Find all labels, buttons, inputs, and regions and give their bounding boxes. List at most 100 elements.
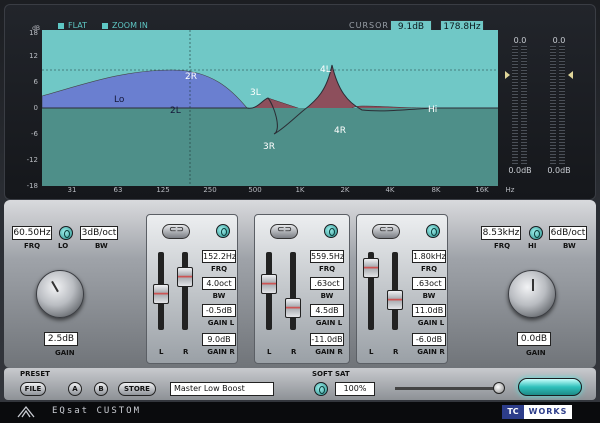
slider-l-label: L bbox=[369, 348, 374, 356]
gain-r-label: GAIN R bbox=[207, 348, 235, 356]
gain-r-label: GAIN R bbox=[315, 348, 343, 356]
high-enable-toggle[interactable] bbox=[529, 226, 543, 240]
high-gain-field[interactable]: 0.0dB bbox=[517, 332, 551, 346]
band-4-enable-toggle[interactable] bbox=[426, 224, 440, 238]
high-bw-field[interactable]: 6dB/oct bbox=[549, 226, 587, 240]
band-label-4l: 4L bbox=[320, 65, 331, 75]
preset-name-field[interactable]: Master Low Boost bbox=[170, 382, 274, 396]
preset-a-button[interactable]: A bbox=[68, 382, 82, 396]
low-gain-knob[interactable] bbox=[36, 270, 84, 318]
x-tick-label: 63 bbox=[113, 186, 123, 194]
y-tick-label: -12 bbox=[26, 156, 38, 164]
flat-option[interactable]: FLAT bbox=[58, 21, 87, 30]
band-2-link-button[interactable] bbox=[162, 224, 190, 239]
slider-thumb[interactable] bbox=[387, 289, 403, 310]
gain-l-label: GAIN L bbox=[207, 319, 235, 327]
zoom-in-label: ZOOM IN bbox=[112, 21, 148, 30]
y-tick-label: -6 bbox=[31, 130, 38, 138]
band-4-gain-r-slider[interactable] bbox=[387, 252, 403, 330]
slider-r-label: R bbox=[291, 348, 297, 356]
low-gain-field[interactable]: 2.5dB bbox=[44, 332, 78, 346]
slider-thumb[interactable] bbox=[153, 283, 169, 304]
x-tick-label: 8K bbox=[431, 186, 441, 194]
band-3-gain-r-field[interactable]: -11.0dB bbox=[310, 333, 344, 346]
high-knob-pointer bbox=[532, 279, 534, 291]
preset-b-button[interactable]: B bbox=[94, 382, 108, 396]
high-gain-knob[interactable] bbox=[508, 270, 556, 318]
high-frq-field[interactable]: 8.53kHz bbox=[481, 226, 521, 240]
gain-l-label: GAIN L bbox=[417, 319, 445, 327]
gain-r-label: GAIN R bbox=[417, 348, 445, 356]
band-3-link-button[interactable] bbox=[270, 224, 298, 239]
band-4-gain-r-field[interactable]: -6.0dB bbox=[412, 333, 446, 346]
y-tick-label: 6 bbox=[33, 78, 38, 86]
band-3-gain-l-field[interactable]: 4.5dB bbox=[310, 304, 344, 317]
soft-sat-slider-track[interactable] bbox=[395, 387, 500, 390]
meter-right-arrow-icon[interactable] bbox=[568, 71, 573, 79]
zoom-in-option[interactable]: ZOOM IN bbox=[102, 21, 148, 30]
meter-left-arrow-icon[interactable] bbox=[505, 71, 510, 79]
slider-thumb[interactable] bbox=[261, 274, 277, 295]
meter-left-bar-a bbox=[512, 46, 518, 164]
tc-logo-icon bbox=[17, 405, 35, 418]
band-2-gain-l-slider[interactable] bbox=[153, 252, 169, 330]
frq-label: FRQ bbox=[318, 265, 336, 273]
flat-checkbox-icon bbox=[58, 22, 64, 29]
band-2-bw-field[interactable]: 4.0oct bbox=[202, 277, 236, 290]
band-2-enable-toggle[interactable] bbox=[216, 224, 230, 238]
low-enable-toggle[interactable] bbox=[59, 226, 73, 240]
band-label-hi: Hi bbox=[428, 105, 437, 115]
band-3-frq-field[interactable]: 559.5Hz bbox=[310, 250, 344, 263]
soft-sat-toggle[interactable] bbox=[314, 382, 328, 396]
meter-right-bar-a bbox=[550, 46, 556, 164]
band-3-gain-l-slider[interactable] bbox=[261, 252, 277, 330]
low-frq-field[interactable]: 60.50Hz bbox=[12, 226, 52, 240]
brand-tc-badge: TC bbox=[502, 405, 524, 419]
band-2-frq-field[interactable]: 152.2Hz bbox=[202, 250, 236, 263]
band-4-bw-field[interactable]: .63oct bbox=[412, 277, 446, 290]
band-2-gain-l-field[interactable]: -0.5dB bbox=[202, 304, 236, 317]
band-3-bw-field[interactable]: .63oct bbox=[310, 277, 344, 290]
low-bw-field[interactable]: 3dB/oct bbox=[80, 226, 118, 240]
slider-r-label: R bbox=[393, 348, 399, 356]
slider-l-label: L bbox=[267, 348, 272, 356]
band-3-gain-r-slider[interactable] bbox=[285, 252, 301, 330]
product-name: EQsat CUSTOM bbox=[52, 406, 142, 416]
band-4-link-button[interactable] bbox=[372, 224, 400, 239]
x-tick-label: 31 bbox=[67, 186, 77, 194]
soft-sat-slider-thumb[interactable] bbox=[493, 382, 505, 394]
band-4-gain-l-field[interactable]: 11.0dB bbox=[412, 304, 446, 317]
high-frq-label: FRQ bbox=[494, 242, 511, 250]
band-label-3r: 3R bbox=[263, 142, 275, 152]
x-tick-label: 500 bbox=[248, 186, 262, 194]
y-tick-label: 12 bbox=[29, 52, 38, 60]
band-4-frq-field[interactable]: 1.80kHz bbox=[412, 250, 446, 263]
band-4-gain-l-slider[interactable] bbox=[363, 252, 379, 330]
x-unit-label: Hz bbox=[505, 186, 515, 194]
bw-label: BW bbox=[422, 292, 436, 300]
y-tick-label: 0 bbox=[33, 104, 38, 112]
file-button[interactable]: FILE bbox=[20, 382, 46, 396]
band-2-gain-r-slider[interactable] bbox=[177, 252, 193, 330]
low-gain-label: GAIN bbox=[55, 349, 75, 357]
band-label-4r: 4R bbox=[334, 126, 346, 136]
meter-right-level: 0.0dB bbox=[547, 166, 571, 175]
y-tick-label: 18 bbox=[29, 29, 38, 37]
soft-sat-value-field[interactable]: 100% bbox=[335, 382, 375, 396]
eq-response-graph[interactable]: Lo 2R 2L 3L 3R 4L 4R Hi bbox=[42, 30, 498, 186]
y-tick-label: -18 bbox=[26, 182, 38, 190]
preset-label: PRESET bbox=[20, 370, 50, 378]
band-3-enable-toggle[interactable] bbox=[324, 224, 338, 238]
slider-thumb[interactable] bbox=[177, 266, 193, 287]
slider-thumb[interactable] bbox=[285, 298, 301, 319]
x-tick-label: 125 bbox=[156, 186, 170, 194]
store-button[interactable]: STORE bbox=[118, 382, 156, 396]
high-bw-label: BW bbox=[563, 242, 576, 250]
flat-label: FLAT bbox=[68, 21, 87, 30]
slider-thumb[interactable] bbox=[363, 257, 379, 278]
bw-label: BW bbox=[212, 292, 226, 300]
bypass-power-button[interactable] bbox=[518, 378, 582, 396]
band-label-3l: 3L bbox=[250, 88, 261, 98]
band-label-2l: 2L bbox=[170, 106, 181, 116]
band-2-gain-r-field[interactable]: 9.0dB bbox=[202, 333, 236, 346]
